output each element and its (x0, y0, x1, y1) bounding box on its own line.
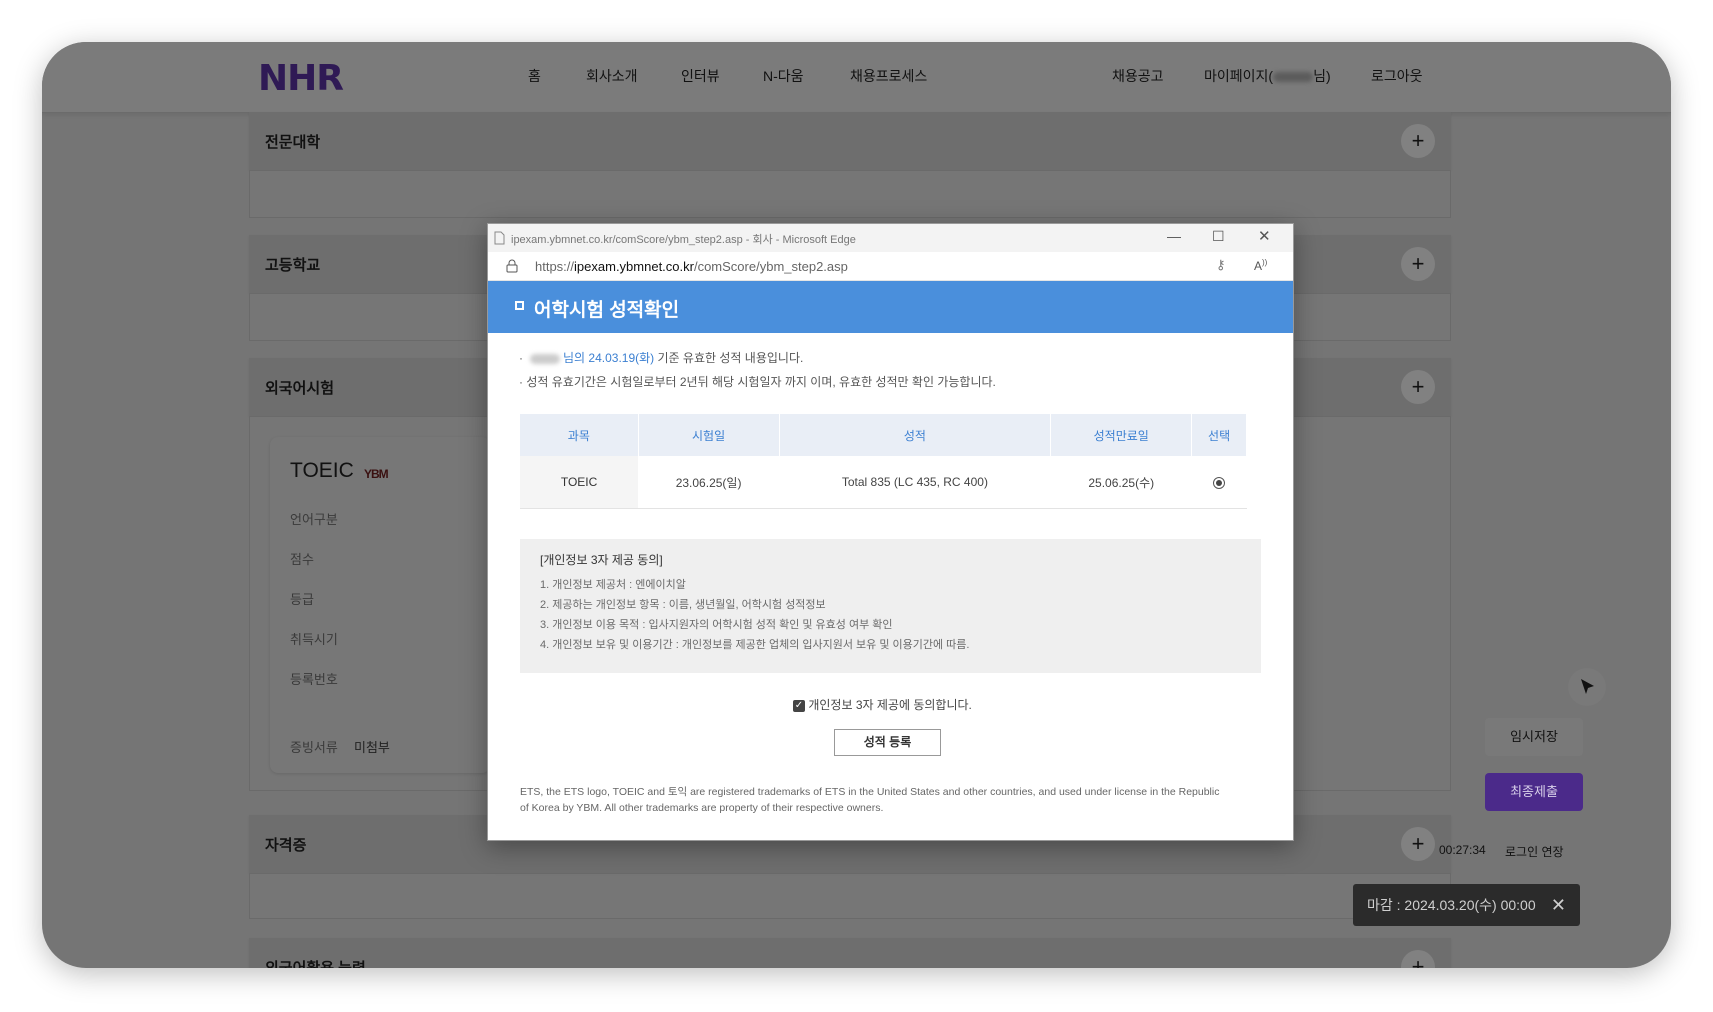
lock-icon (506, 259, 518, 273)
col-select: 선택 (1191, 414, 1247, 456)
nav-company[interactable]: 회사소개 (586, 66, 638, 86)
cell-expiry: 25.06.25(수) (1050, 456, 1192, 509)
agree-checkbox[interactable]: ✓ (793, 699, 805, 712)
register-score-button[interactable]: 성적 등록 (834, 729, 941, 756)
privacy-line: 3. 개인정보 이용 목적 : 입사지원자의 어학시험 성적 확인 및 유효성 … (540, 619, 893, 631)
minimize-icon[interactable]: — (1167, 228, 1181, 244)
deadline-banner: 마감 : 2024.03.20(수) 00:00 ✕ (1353, 884, 1580, 926)
privacy-title: [개인정보 3자 제공 동의] (540, 553, 663, 567)
cell-select (1191, 456, 1247, 509)
plus-icon[interactable]: + (1401, 950, 1435, 968)
notice-2: · 성적 유효기간은 시험일로부터 2년뒤 해당 시험일자 까지 이며, 유효한… (519, 375, 996, 389)
cell-score: Total 835 (LC 435, RC 400) (779, 456, 1051, 509)
ybm-logo: YBM (364, 467, 389, 481)
temp-save-button[interactable]: 임시저장 (1485, 718, 1583, 756)
notice-1-text: 기준 유효한 성적 내용입니다. (654, 351, 804, 365)
field-grade: 등급 (290, 592, 314, 607)
top-nav: NHR 홈 회사소개 인터뷰 N-다움 채용프로세스 채용공고 마이페이지( 님)… (42, 42, 1671, 113)
col-subject: 과목 (520, 414, 639, 456)
extend-login-button[interactable]: 로그인 연장 (1505, 843, 1564, 860)
privacy-line: 1. 개인정보 제공처 : 엔에이치알 (540, 579, 686, 591)
plus-icon[interactable]: + (1401, 370, 1435, 404)
url-path: /comScore/ybm_step2.asp (693, 259, 848, 274)
privacy-line: 2. 제공하는 개인정보 항목 : 이름, 생년월일, 어학시험 성적정보 (540, 599, 826, 611)
field-reg-number: 등록번호 (290, 672, 338, 687)
cell-subject: TOEIC (520, 456, 639, 509)
toeic-card: TOEIC YBM 언어구분 점수 등급 취득시기 등록번호 증빙서류 미첨부 (270, 437, 490, 773)
mypage-prefix: 마이페이지( (1204, 68, 1274, 84)
toeic-title: TOEIC (290, 459, 354, 482)
nav-n-daum[interactable]: N-다움 (763, 66, 804, 86)
notice-1: · 님의 24.03.19(화) 기준 유효한 성적 내용입니다. (519, 351, 804, 365)
plus-icon[interactable]: + (1401, 124, 1435, 158)
agree-row[interactable]: ✓ 개인정보 3자 제공에 동의합니다. (793, 696, 972, 713)
nav-jobs[interactable]: 채용공고 (1112, 66, 1164, 86)
final-submit-button[interactable]: 최종제출 (1485, 773, 1583, 811)
section-title: 외국어시험 (265, 380, 335, 397)
col-exam-date: 시험일 (638, 414, 780, 456)
window-title: ipexam.ybmnet.co.kr/comScore/ybm_step2.a… (511, 234, 856, 246)
scroll-top-button[interactable] (1568, 668, 1606, 706)
address-bar[interactable]: https://ipexam.ybmnet.co.kr/comScore/ybm… (488, 252, 1293, 281)
section-title: 외국어활용 능력 (265, 957, 366, 968)
section-certificate-body (249, 873, 1451, 919)
radio-dot (1216, 479, 1223, 486)
mypage-suffix: 님) (1313, 68, 1331, 84)
field-acquired: 취득시기 (290, 632, 338, 647)
session-timer: 00:27:34 (1439, 843, 1486, 857)
cursor-arrow-icon (1581, 679, 1594, 694)
blurred-username (529, 353, 560, 364)
url-text[interactable]: https://ipexam.ybmnet.co.kr/comScore/ybm… (535, 259, 848, 274)
popup-title: 어학시험 성적확인 (534, 300, 680, 321)
url-prefix: https:// (535, 259, 575, 274)
logo[interactable]: NHR (258, 58, 344, 99)
close-icon[interactable]: ✕ (1551, 884, 1566, 926)
score-table: 과목 시험일 성적 성적만료일 선택 TOEIC 23.06.25(일) Tot… (520, 414, 1247, 509)
close-window-icon[interactable]: ✕ (1258, 227, 1271, 245)
key-icon[interactable]: ⚷ (1216, 257, 1226, 273)
section-foreign-ability-header[interactable]: 외국어활용 능력 + (249, 938, 1451, 968)
trademark-footer: ETS, the ETS logo, TOEIC and 토익 are regi… (520, 786, 1220, 814)
read-aloud-icon[interactable]: A)) (1254, 258, 1267, 273)
section-title: 전문대학 (265, 134, 321, 151)
section-title: 고등학교 (265, 257, 321, 274)
proof-value: 미첨부 (354, 740, 390, 755)
popup-header: 어학시험 성적확인 (488, 281, 1293, 333)
proof-label: 증빙서류 (290, 740, 338, 755)
cell-exam-date: 23.06.25(일) (638, 456, 779, 509)
field-score: 점수 (290, 552, 314, 567)
nav-interview[interactable]: 인터뷰 (681, 66, 720, 86)
blurred-username (1273, 72, 1314, 83)
plus-icon[interactable]: + (1401, 827, 1435, 861)
notice-2-text: 성적 유효기간은 시험일로부터 2년뒤 해당 시험일자 까지 이며, 유효한 성… (526, 375, 996, 389)
section-college-header[interactable]: 전문대학 + (249, 112, 1451, 170)
table-row[interactable]: TOEIC 23.06.25(일) Total 835 (LC 435, RC … (520, 456, 1247, 509)
privacy-consent-box: [개인정보 3자 제공 동의] 1. 개인정보 제공처 : 엔에이치알 2. 제… (520, 539, 1261, 673)
nav-logout[interactable]: 로그아웃 (1371, 66, 1423, 86)
privacy-line: 4. 개인정보 보유 및 이용기간 : 개인정보를 제공한 업체의 입사지원서 … (540, 639, 970, 651)
nav-mypage[interactable]: 마이페이지( 님) (1204, 66, 1331, 86)
col-score: 성적 (779, 414, 1052, 456)
deadline-text: 마감 : 2024.03.20(수) 00:00 (1367, 897, 1536, 913)
nav-process[interactable]: 채용프로세스 (850, 66, 927, 86)
plus-icon[interactable]: + (1401, 247, 1435, 281)
maximize-icon[interactable]: ☐ (1212, 228, 1225, 245)
score-popup-window: ipexam.ybmnet.co.kr/comScore/ybm_step2.a… (487, 223, 1294, 841)
field-language: 언어구분 (290, 512, 338, 527)
page-icon (494, 231, 505, 245)
section-title: 자격증 (265, 837, 307, 854)
square-bullet-icon (515, 301, 524, 310)
nav-home[interactable]: 홈 (528, 66, 541, 86)
select-radio[interactable] (1213, 476, 1226, 489)
window-titlebar: ipexam.ybmnet.co.kr/comScore/ybm_step2.a… (488, 224, 1293, 252)
agree-label: 개인정보 3자 제공에 동의합니다. (808, 698, 972, 712)
section-college-body (249, 170, 1451, 218)
url-host: ipexam.ybmnet.co.kr (574, 259, 694, 274)
notice-1-highlight: 님의 24.03.19(화) (563, 351, 655, 365)
col-expiry: 성적만료일 (1050, 414, 1193, 456)
